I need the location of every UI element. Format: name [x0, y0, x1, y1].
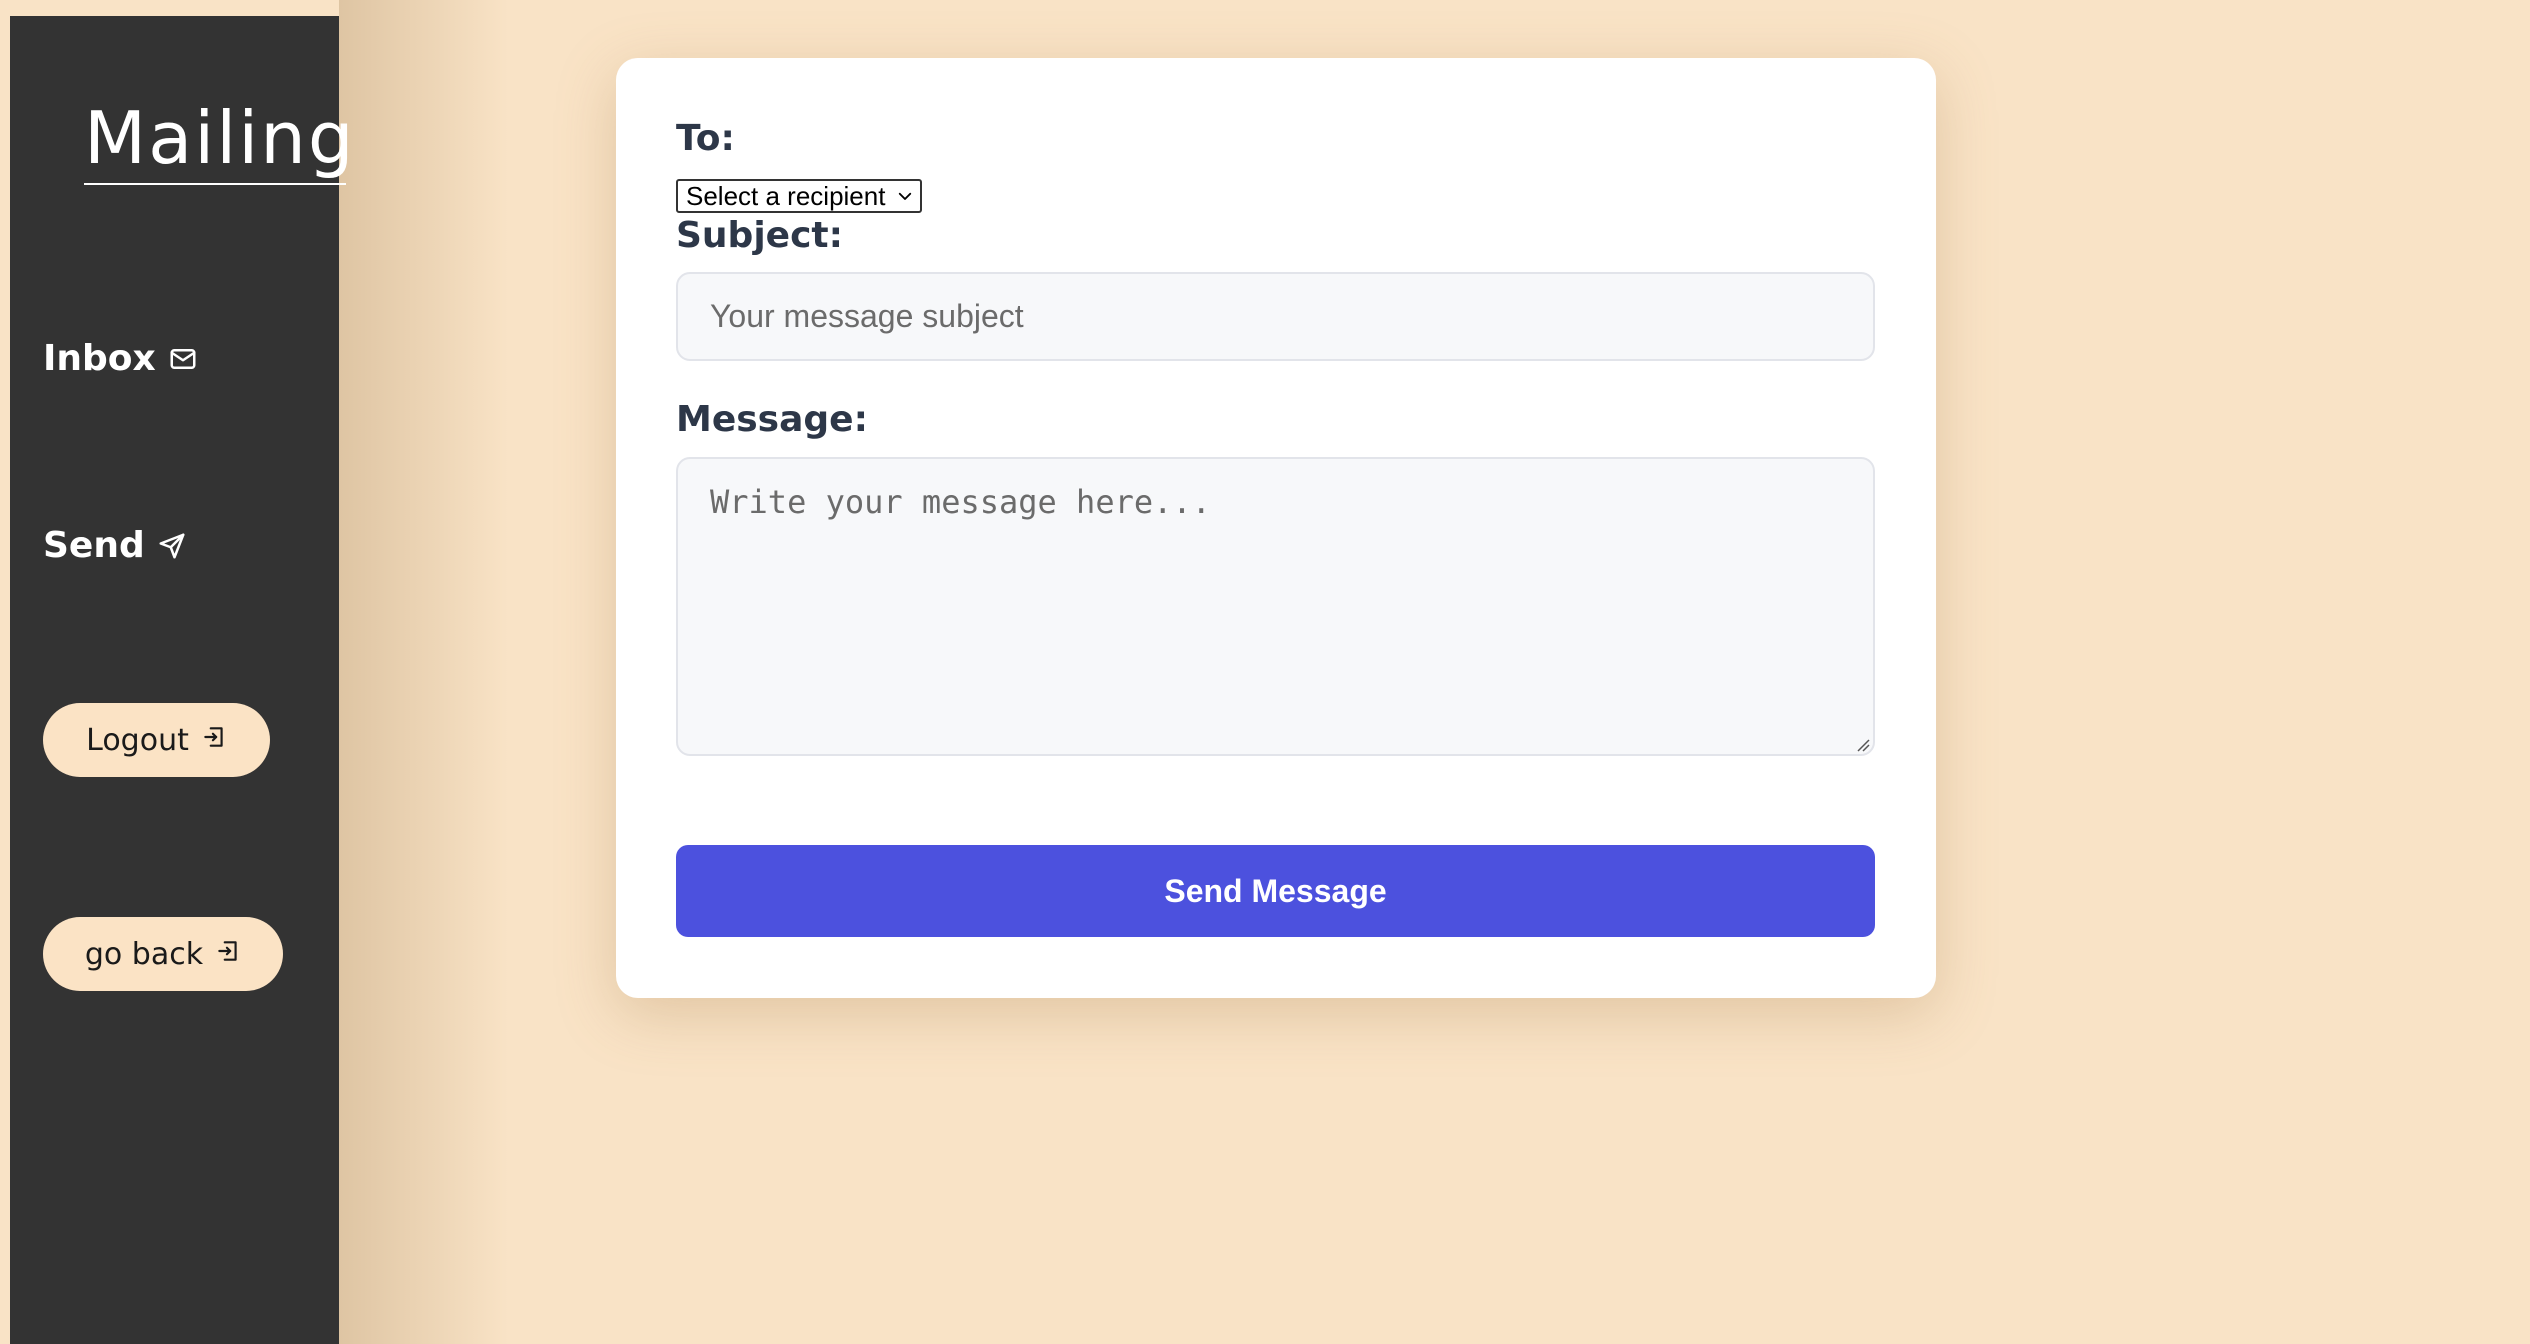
subject-label: Subject: — [676, 215, 844, 256]
logout-label: Logout — [86, 722, 189, 758]
go-back-button[interactable]: go back — [43, 917, 283, 991]
resize-handle-icon[interactable] — [1856, 738, 1870, 752]
message-label: Message: — [676, 399, 868, 440]
send-icon — [157, 531, 187, 561]
subject-input[interactable] — [676, 272, 1875, 361]
message-textarea[interactable] — [676, 457, 1875, 756]
nav-inbox-label: Inbox — [43, 338, 156, 379]
logout-button[interactable]: Logout — [43, 703, 270, 777]
brand-underline — [84, 183, 346, 185]
compose-card: To: Select a recipient Subject: Message:… — [616, 58, 1936, 998]
exit-icon — [215, 937, 241, 972]
sidebar: Mailing Inbox Send Logout go back — [10, 16, 354, 1344]
sidebar-shadow — [339, 0, 509, 1344]
to-label: To: — [676, 118, 735, 159]
recipient-select[interactable]: Select a recipient — [676, 179, 922, 213]
page: Mailing Inbox Send Logout go back To: Se… — [0, 0, 2530, 1344]
nav-send-label: Send — [43, 525, 145, 566]
mail-icon — [168, 344, 198, 374]
go-back-label: go back — [84, 936, 204, 972]
chevron-down-icon — [896, 187, 914, 205]
recipient-select-value: Select a recipient — [686, 180, 886, 211]
logout-icon — [201, 723, 227, 758]
nav-inbox[interactable]: Inbox — [43, 338, 198, 379]
nav-send[interactable]: Send — [43, 525, 187, 566]
send-message-button[interactable]: Send Message — [676, 845, 1875, 937]
brand-title[interactable]: Mailing — [84, 102, 356, 174]
